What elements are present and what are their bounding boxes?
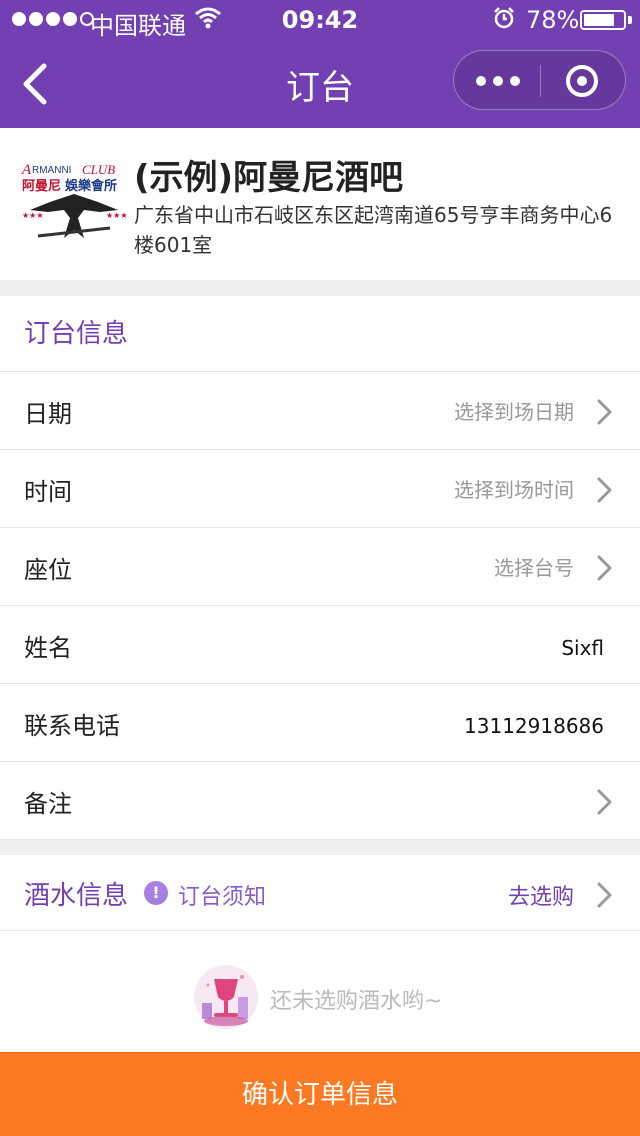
more-dots-icon[interactable] <box>476 71 520 91</box>
venue-logo: A RMANNI CLUB 阿曼尼 娛樂會所 ★★★ ★★★ <box>20 158 128 248</box>
svg-text:★★★: ★★★ <box>106 211 128 220</box>
booking-row-seat[interactable]: 座位 选择台号 <box>0 528 640 606</box>
go-shop-link[interactable]: 去选购 <box>508 879 574 911</box>
booking-field-value[interactable]: 13112918686 <box>464 714 604 738</box>
venue-address: 广东省中山市石岐区东区起湾南道65号亨丰商务中心6楼601室 <box>134 203 613 257</box>
venue-card: A RMANNI CLUB 阿曼尼 娛樂會所 ★★★ ★★★ (示例)阿曼尼酒吧… <box>0 128 640 280</box>
booking-notice-link[interactable]: 订台须知 <box>178 879 266 911</box>
chevron-right-icon[interactable] <box>596 398 614 426</box>
chevron-right-icon[interactable] <box>596 788 614 816</box>
svg-text:娛樂會所: 娛樂會所 <box>64 178 117 194</box>
close-target-icon[interactable] <box>566 65 598 97</box>
chevron-right-icon[interactable] <box>596 554 614 582</box>
svg-text:★★★: ★★★ <box>22 211 44 220</box>
venue-name: (示例)阿曼尼酒吧 <box>134 158 404 198</box>
drinks-section-title: 酒水信息 <box>24 881 129 911</box>
booking-field-placeholder: 选择到场日期 <box>454 400 574 424</box>
booking-rows: 日期 选择到场日期时间 选择到场时间座位 选择台号姓名 Sixfl 联系电话 1311291… <box>0 372 640 840</box>
top-bar: 中国联通 09:42 78% 订台 <box>0 0 640 128</box>
drinks-section: 酒水信息 ! 订台须知 去选购 还未选购酒水哟~ <box>0 855 640 1052</box>
svg-text:CLUB: CLUB <box>82 162 115 177</box>
booking-row-date[interactable]: 日期 选择到场日期 <box>0 372 640 450</box>
booking-row-phone[interactable]: 联系电话 13112918686 <box>0 684 640 762</box>
booking-row-remark[interactable]: 备注 <box>0 762 640 840</box>
booking-section-title: 订台信息 <box>0 296 640 372</box>
chevron-right-icon[interactable] <box>596 476 614 504</box>
booking-row-name[interactable]: 姓名 Sixfl <box>0 606 640 684</box>
mini-program-capsule <box>453 50 626 110</box>
confirm-order-button[interactable]: 确认订单信息 <box>0 1052 640 1136</box>
battery-icon <box>580 10 626 30</box>
booking-row-label: 时间 <box>24 478 72 506</box>
booking-row-label: 座位 <box>24 556 72 584</box>
drinks-empty-text: 还未选购酒水哟~ <box>270 989 443 1014</box>
info-icon[interactable]: ! <box>144 881 168 905</box>
wine-glass-icon <box>192 963 260 1031</box>
battery-fill <box>584 14 614 26</box>
capsule-divider <box>540 65 541 97</box>
alarm-icon <box>492 6 516 36</box>
booking-row-label: 联系电话 <box>24 712 120 740</box>
booking-field-value[interactable]: Sixfl <box>561 636 604 660</box>
booking-field-placeholder: 选择到场时间 <box>454 478 574 502</box>
status-bar: 中国联通 09:42 78% <box>0 0 640 40</box>
booking-row-time[interactable]: 时间 选择到场时间 <box>0 450 640 528</box>
svg-text:阿曼尼: 阿曼尼 <box>22 179 61 194</box>
svg-text:A: A <box>21 162 32 178</box>
drinks-header: 酒水信息 ! 订台须知 去选购 <box>0 855 640 931</box>
booking-row-label: 姓名 <box>24 634 72 662</box>
booking-row-label: 日期 <box>24 400 72 428</box>
drinks-empty-state: 还未选购酒水哟~ <box>0 931 640 1051</box>
chevron-right-icon[interactable] <box>596 881 614 909</box>
booking-field-placeholder: 选择台号 <box>494 556 574 580</box>
battery-cap <box>628 16 632 24</box>
booking-section: 订台信息 日期 选择到场日期时间 选择到场时间座位 选择台号姓名 Sixfl 联系电话 13… <box>0 296 640 840</box>
booking-row-label: 备注 <box>24 790 72 818</box>
svg-text:RMANNI: RMANNI <box>32 165 71 176</box>
battery-percent: 78% <box>526 6 580 34</box>
